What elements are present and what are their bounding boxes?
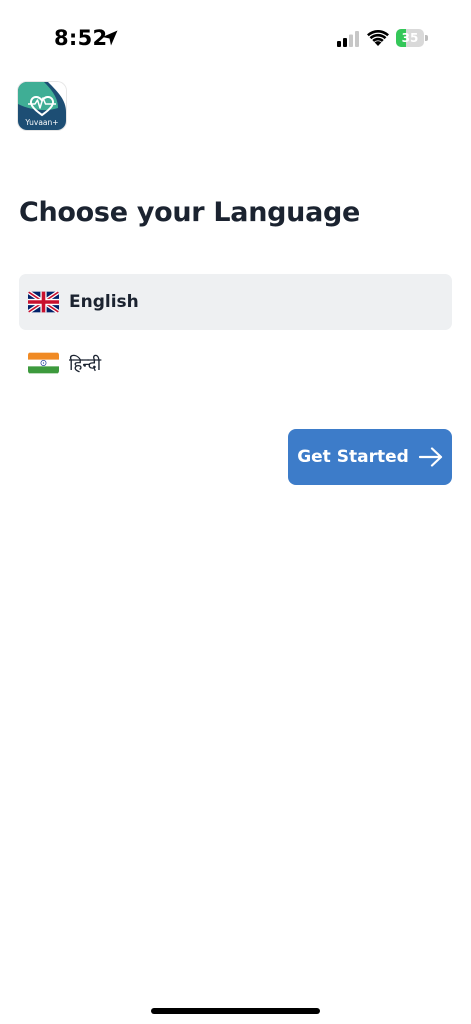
page-title: Choose your Language [19,197,361,228]
location-arrow-icon [102,30,118,46]
battery-tip [425,35,428,41]
language-option-hindi[interactable]: हिन्दी [19,335,452,391]
home-indicator[interactable] [151,1008,320,1014]
india-flag-icon [28,352,59,374]
logo-caption: Yuvaan+ [25,118,59,127]
battery-indicator: 35 [396,29,430,47]
battery-level: 35 [401,31,419,45]
get-started-button[interactable]: Get Started [288,429,452,485]
language-selection-screen: 8:52 35 Yuvaan+ Choose your Language Eng… [0,0,471,1024]
language-label-english: English [69,292,139,312]
signal-icon [337,31,359,47]
status-bar: 8:52 35 [0,0,471,78]
arrow-right-icon [418,447,442,467]
get-started-label: Get Started [297,447,409,467]
wifi-icon [367,30,389,46]
uk-flag-icon [28,291,59,313]
status-time: 8:52 [54,26,108,50]
app-logo: Yuvaan+ [18,82,66,130]
language-label-hindi: हिन्दी [69,354,102,375]
language-option-english[interactable]: English [19,274,452,330]
